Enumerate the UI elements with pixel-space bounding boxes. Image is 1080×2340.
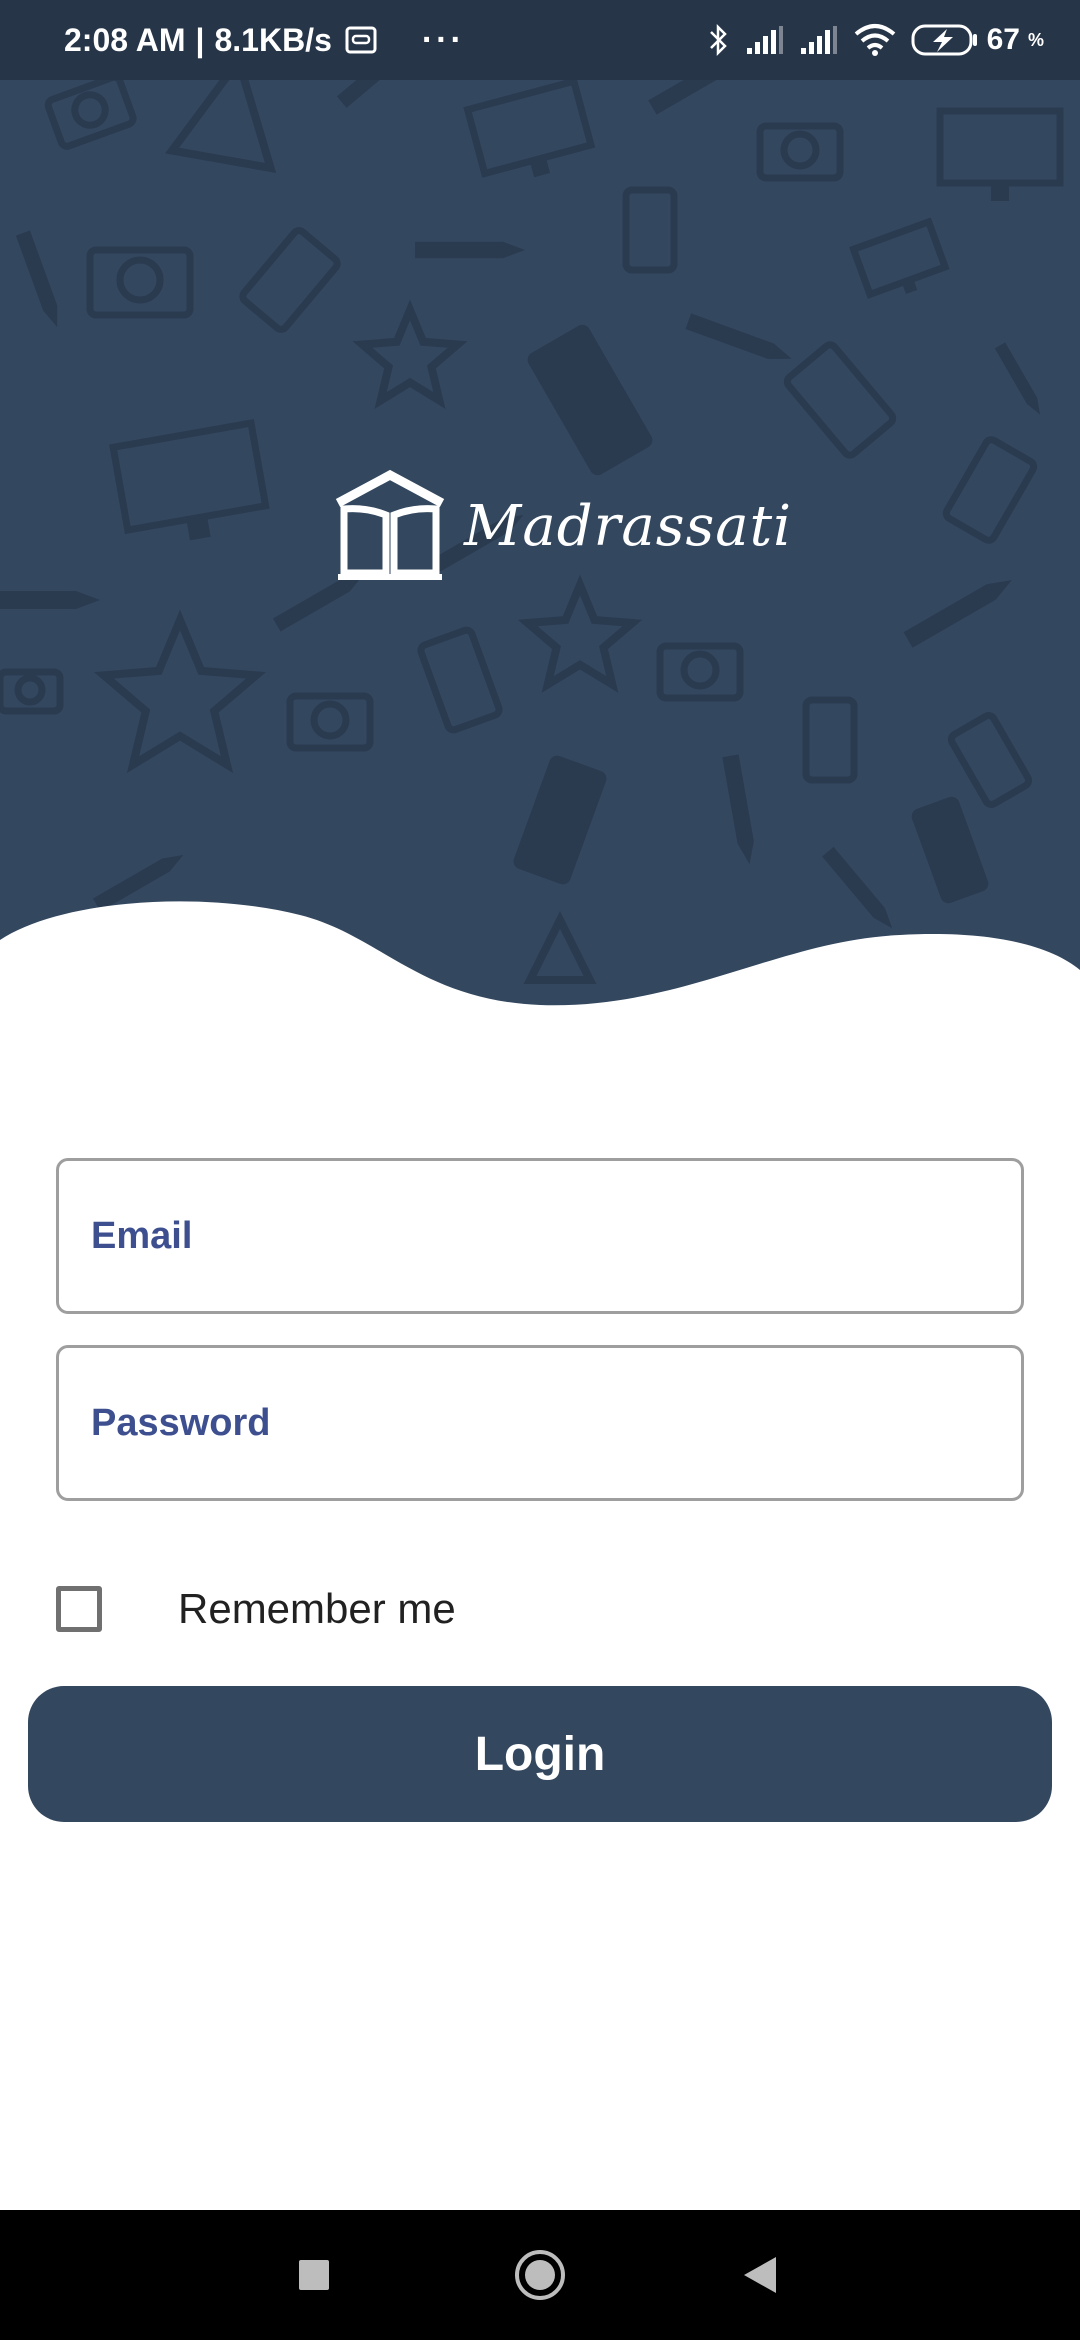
- screen-record-icon: [345, 26, 377, 54]
- password-field[interactable]: [56, 1345, 1024, 1501]
- battery-charging-icon: [911, 24, 977, 56]
- status-separator: |: [195, 21, 205, 58]
- recent-apps-icon: [299, 2260, 329, 2290]
- email-field[interactable]: [56, 1158, 1024, 1314]
- wifi-icon: [854, 24, 895, 56]
- header-banner: Madrassati: [0, 0, 1080, 1010]
- signal-icon: [800, 26, 837, 54]
- status-time: 2:08 AM: [64, 21, 186, 58]
- back-icon: [744, 2257, 776, 2293]
- status-bar: 2:08 AM | 8.1KB/s ··· 67 %: [0, 0, 1080, 80]
- back-button[interactable]: [700, 2210, 820, 2340]
- bluetooth-icon: [709, 23, 727, 57]
- signal-icon: [746, 26, 783, 54]
- app-logo: Madrassati: [330, 466, 792, 586]
- battery-percent: 67: [986, 23, 1020, 56]
- recent-apps-button[interactable]: [254, 2210, 374, 2340]
- remember-me-checkbox[interactable]: [56, 1586, 102, 1632]
- home-icon: [515, 2250, 565, 2300]
- network-speed: 8.1KB/s: [214, 21, 332, 58]
- app-name: Madrassati: [464, 493, 793, 559]
- remember-me-row[interactable]: Remember me: [56, 1583, 456, 1635]
- password-input[interactable]: [89, 1400, 1021, 1446]
- more-notifications-icon: ···: [421, 21, 465, 59]
- email-input[interactable]: [89, 1213, 1021, 1259]
- battery-percent-sign: %: [1027, 29, 1044, 50]
- login-button[interactable]: Login: [28, 1686, 1052, 1822]
- remember-me-label: Remember me: [178, 1585, 456, 1632]
- book-house-icon: [335, 469, 445, 580]
- home-button[interactable]: [480, 2210, 600, 2340]
- navigation-bar: [0, 2210, 1080, 2340]
- battery-indicator: 67%: [911, 23, 1044, 57]
- wave-divider: [0, 901, 1080, 1010]
